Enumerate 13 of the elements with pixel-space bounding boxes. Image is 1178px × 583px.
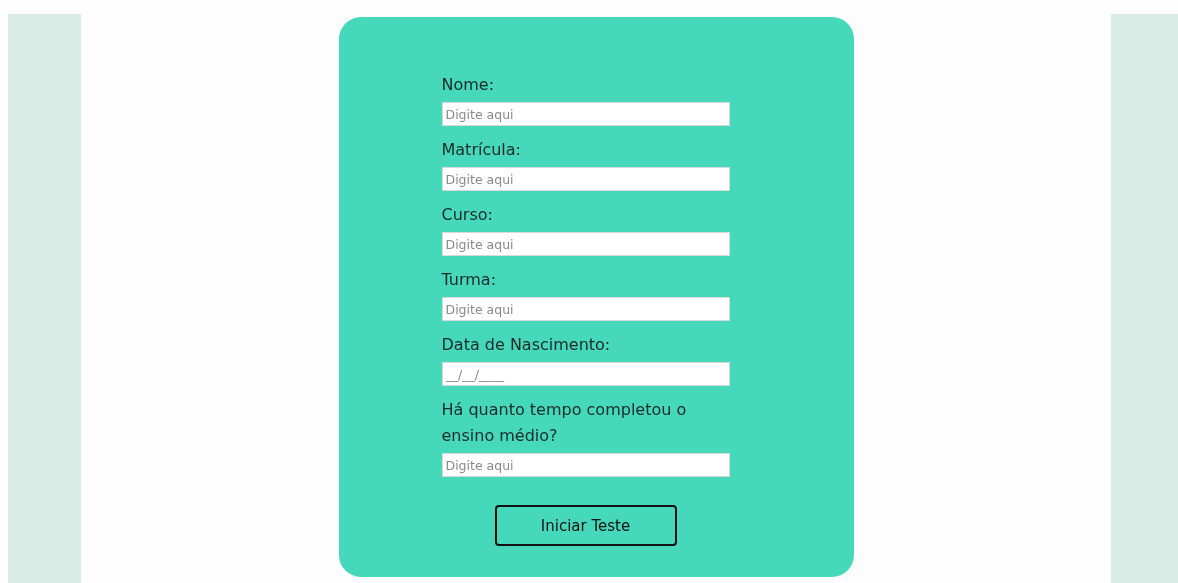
input-field[interactable]: __/__/____ — [441, 362, 730, 386]
input-field[interactable]: Digite aqui — [441, 453, 730, 477]
field-label: Curso: — [441, 204, 494, 226]
field-label: Data de Nascimento: — [441, 334, 612, 356]
start-test-button[interactable]: Iniciar Teste — [494, 505, 677, 546]
input-field[interactable]: Digite aqui — [441, 102, 730, 126]
field-label: Nome: — [441, 74, 496, 96]
input-field[interactable]: Digite aqui — [441, 167, 730, 191]
input-field[interactable]: Digite aqui — [441, 232, 730, 256]
field-label: Há quanto tempo completou o ensino médio? — [441, 399, 688, 447]
field-label: Matrícula: — [441, 139, 522, 161]
input-field[interactable]: Digite aqui — [441, 297, 730, 321]
field-label: Turma: — [441, 269, 498, 291]
